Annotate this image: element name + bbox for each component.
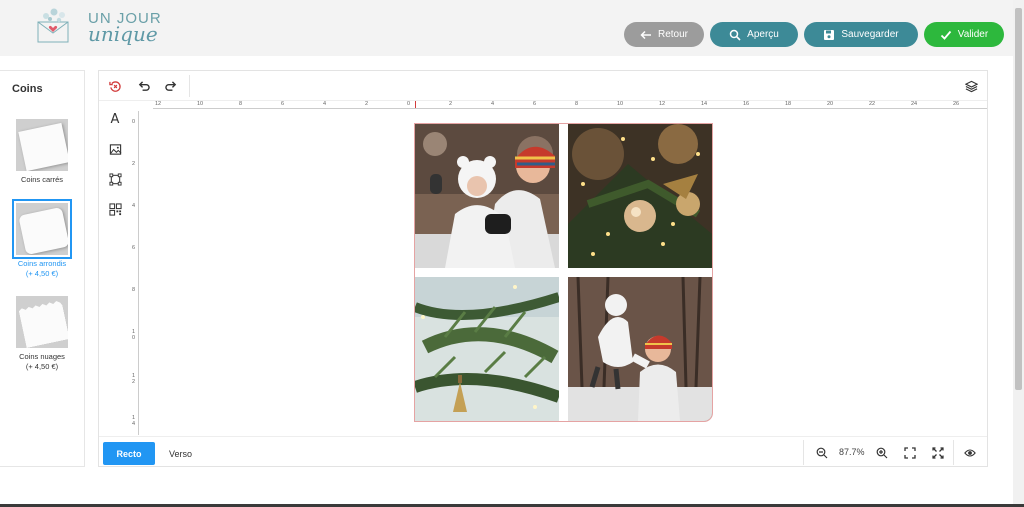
design-canvas[interactable] (415, 124, 712, 421)
corner-thumbnail (16, 296, 68, 348)
ruler-label: 10 (197, 101, 204, 107)
corner-option-rounded[interactable]: Coins arrondis (+ 4,50 €) (12, 199, 72, 279)
sauvegarder-label: Sauvegarder (841, 29, 899, 40)
ruler-label: 1 0 (132, 329, 136, 341)
tab-verso[interactable]: Verso (169, 442, 219, 465)
eye-preview-icon[interactable] (963, 446, 977, 460)
page-scrollbar[interactable] (1013, 0, 1024, 504)
ruler-label: 6 (132, 245, 136, 251)
valider-button[interactable]: Valider (924, 22, 1004, 47)
editor-toolbar (99, 71, 987, 101)
logo-text-bottom: unique (88, 22, 158, 46)
ruler-label: 1 2 (132, 373, 136, 385)
logo[interactable]: UN JOUR unique (34, 6, 184, 50)
ruler-label: 0 (407, 101, 411, 107)
sauvegarder-button[interactable]: Sauvegarder (804, 22, 918, 47)
ruler-label: 16 (743, 101, 750, 107)
ruler-label: 2 (365, 101, 369, 107)
horizontal-ruler: 12 10 8 6 4 2 0 2 4 6 8 10 12 14 16 18 2… (153, 101, 987, 109)
envelope-flowers-icon (37, 8, 69, 43)
photo-mother-lifting-child[interactable] (568, 277, 712, 421)
ruler-label: 0 (132, 119, 136, 125)
ruler-label: 4 (323, 101, 327, 107)
ruler-label: 20 (827, 101, 834, 107)
floppy-disk-icon (824, 29, 835, 40)
editor-panel: 12 10 8 6 4 2 0 2 4 6 8 10 12 14 16 18 2… (98, 70, 988, 467)
ruler-label: 8 (575, 101, 579, 107)
search-icon (729, 29, 741, 41)
layers-icon[interactable] (963, 79, 979, 93)
header: UN JOUR unique Retour Aperçu Sauvegarder… (0, 0, 1013, 56)
corner-option-price: (+ 4,50 €) (25, 269, 59, 278)
ruler-label: 12 (659, 101, 666, 107)
ruler-label: 6 (533, 101, 537, 107)
undo-icon[interactable] (135, 79, 151, 93)
valider-label: Valider (957, 29, 989, 40)
reset-icon[interactable] (107, 79, 123, 93)
shape-tool-icon[interactable] (105, 169, 125, 189)
apercu-label: Aperçu (747, 29, 779, 40)
ruler-label: 22 (869, 101, 876, 107)
ruler-label: 2 (449, 101, 453, 107)
zoom-level: 87.7% (839, 447, 865, 457)
editor-bottom-bar: Recto Verso 87.7% (99, 436, 987, 467)
redo-icon[interactable] (163, 79, 179, 93)
corner-option-label: Coins nuages (19, 352, 65, 361)
vertical-ruler: 0 2 4 6 8 1 0 1 2 1 4 (131, 111, 139, 435)
sidebar-title: Coins (12, 83, 43, 95)
ruler-label: 10 (617, 101, 624, 107)
ruler-label: 8 (239, 101, 243, 107)
arrow-left-icon (640, 30, 651, 39)
fit-to-screen-icon[interactable] (903, 446, 917, 460)
zoom-out-icon[interactable] (815, 446, 829, 460)
corner-option-cloud[interactable]: Coins nuages (+ 4,50 €) (12, 296, 72, 372)
toolbar-divider (189, 75, 190, 97)
corner-thumbnail (16, 119, 68, 171)
ruler-label: 14 (701, 101, 708, 107)
corner-option-price: (+ 4,50 €) (25, 362, 59, 371)
ruler-label: 2 (132, 161, 136, 167)
bottom-divider (803, 440, 804, 465)
corner-thumbnail (12, 199, 72, 259)
fullscreen-icon[interactable] (931, 446, 945, 460)
retour-label: Retour (657, 29, 688, 40)
corner-option-square[interactable]: Coins carrés (12, 119, 72, 185)
ruler-label: 4 (132, 203, 136, 209)
tab-recto[interactable]: Recto (103, 442, 155, 465)
corner-option-label: Coins arrondis (17, 259, 67, 268)
ruler-label: 8 (132, 287, 136, 293)
ruler-label: 4 (491, 101, 495, 107)
text-tool-icon[interactable]: A (105, 109, 125, 129)
bottom-divider (953, 440, 954, 465)
photo-mother-child-snow[interactable] (415, 124, 559, 268)
corner-option-label: Coins carrés (20, 175, 64, 184)
qr-code-tool-icon[interactable] (105, 199, 125, 219)
scrollbar-thumb[interactable] (1015, 8, 1022, 390)
ruler-label: 1 4 (132, 415, 136, 427)
image-tool-icon[interactable] (105, 139, 125, 159)
ruler-label: 6 (281, 101, 285, 107)
ruler-label: 18 (785, 101, 792, 107)
photo-pine-branch-ornament[interactable] (415, 277, 559, 421)
retour-button[interactable]: Retour (624, 22, 704, 47)
ruler-label: 24 (911, 101, 918, 107)
corners-sidebar: Coins Coins carrés Coins arrondis (+ 4,5… (0, 70, 85, 467)
ruler-label: 26 (953, 101, 960, 107)
check-icon (940, 30, 951, 40)
photo-christmas-baubles[interactable] (568, 124, 712, 268)
ruler-origin-marker (415, 101, 416, 108)
apercu-button[interactable]: Aperçu (710, 22, 798, 47)
zoom-in-icon[interactable] (875, 446, 889, 460)
ruler-label: 12 (155, 101, 162, 107)
